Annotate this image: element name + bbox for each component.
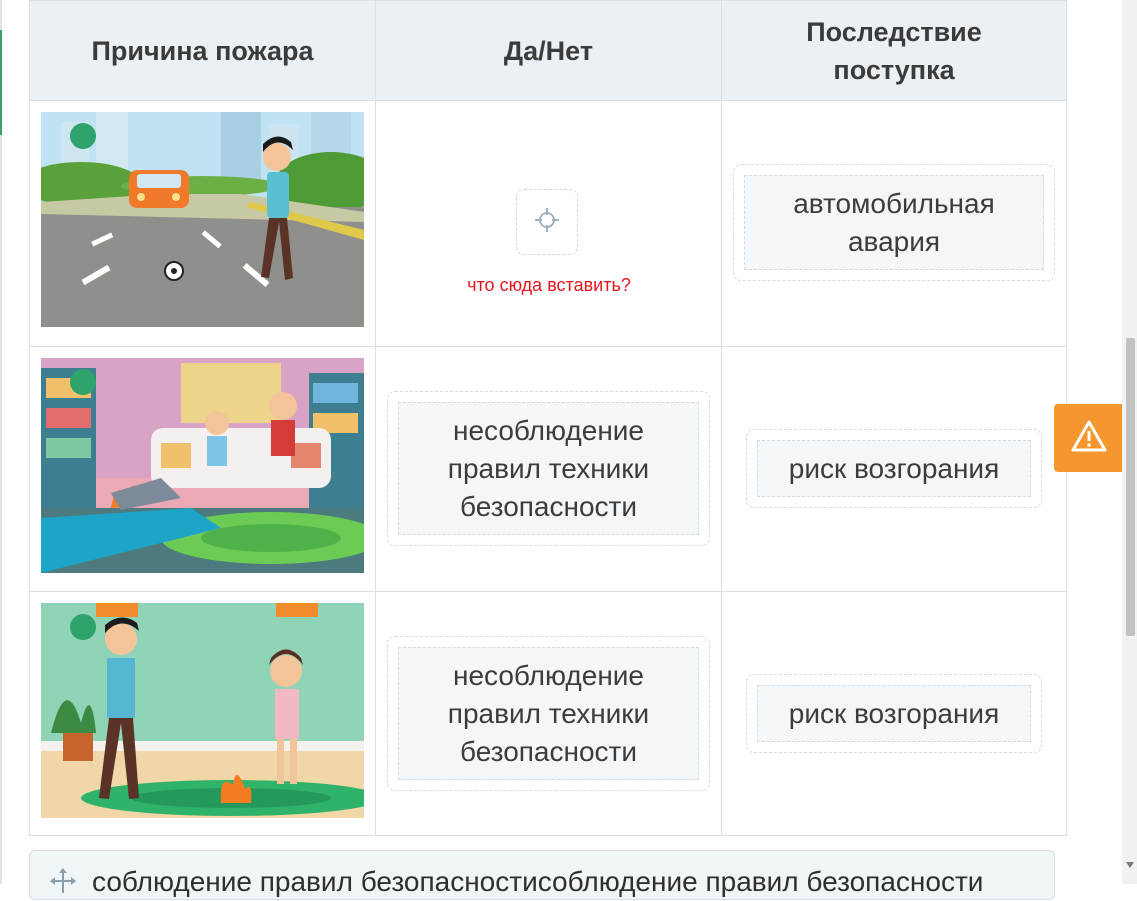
warning-icon [1071, 420, 1107, 457]
drop-hint: что сюда вставить? [467, 275, 631, 295]
header-yes-no: Да/Нет [503, 35, 594, 66]
row2-image-room [41, 358, 364, 573]
consequence-chip[interactable]: риск возгорания [746, 674, 1042, 753]
scroll-down-icon[interactable] [1126, 862, 1134, 868]
answer-chip[interactable]: несоблюдение правил техники безопасности [387, 636, 710, 791]
answer-drop-zone[interactable] [516, 189, 578, 255]
report-problem-button[interactable] [1054, 404, 1123, 472]
column-divider [721, 1, 722, 835]
consequence-chip[interactable]: автомобильная авария [733, 164, 1055, 281]
header-consequence: Последствие поступка [806, 16, 982, 85]
consequence-label: автомобильная авария [744, 175, 1044, 270]
row-divider [30, 346, 1066, 347]
row3-image-floor-fire [41, 603, 364, 818]
row-divider [30, 591, 1066, 592]
header-cause: Причина пожара [91, 35, 314, 66]
row1-image-street [41, 112, 364, 327]
column-divider [375, 1, 376, 835]
page-left-accent [0, 30, 2, 135]
answer-chip[interactable]: несоблюдение правил техники безопасности [387, 391, 710, 546]
consequence-chip[interactable]: риск возгорания [746, 429, 1042, 508]
answer-label: несоблюдение правил техники безопасности [398, 402, 699, 535]
answer-bank-items[interactable]: соблюдение правил безопасностисоблюдение… [92, 866, 983, 898]
consequence-label: риск возгорания [757, 440, 1031, 497]
answer-label: несоблюдение правил техники безопасности [398, 647, 699, 780]
crosshair-icon [534, 207, 560, 238]
consequence-label: риск возгорания [757, 685, 1031, 742]
table-header: Причина пожара Да/Нет Последствие поступ… [30, 1, 1066, 101]
scrollbar-thumb[interactable] [1126, 338, 1135, 636]
matching-table: Причина пожара Да/Нет Последствие поступ… [29, 0, 1067, 836]
